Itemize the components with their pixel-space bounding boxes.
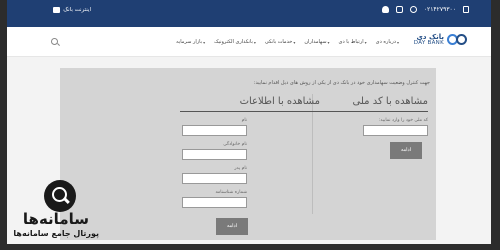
id-number-input[interactable] <box>182 197 247 208</box>
top-bar-contacts: ۰۲۱۴۲۷۹۳۰۰ <box>381 6 469 13</box>
logo-mark-icon <box>447 33 469 47</box>
info-title: مشاهده با اطلاعات <box>180 96 320 112</box>
chevron-down-icon: ▾ <box>203 39 206 45</box>
phone-number: ۰۲۱۴۲۷۹۳۰۰ <box>423 6 456 13</box>
bank-logo[interactable]: بانک دی DAY BANK <box>414 33 469 47</box>
chevron-down-icon: ▾ <box>396 39 399 45</box>
phone-icon <box>463 6 469 13</box>
watermark-name: سامانه‌ها <box>22 210 89 228</box>
nav-item-label: سهامداران <box>304 39 327 45</box>
national-code-submit-button[interactable]: ادامه <box>390 142 422 159</box>
father-name-label: نام پدر <box>234 166 247 171</box>
father-name-input[interactable] <box>182 173 247 184</box>
last-name-input[interactable] <box>182 149 247 160</box>
nav-item-shareholders[interactable]: سهامداران ▾ <box>304 39 329 45</box>
top-bar: اینترنت بانک ۰۲۱۴۲۷۹۳۰۰ <box>7 0 491 27</box>
screenshot-frame: اینترنت بانک ۰۲۱۴۲۷۹۳۰۰ بانک دی DAY BANK <box>0 0 500 250</box>
telegram-icon[interactable] <box>409 6 417 13</box>
info-submit-button[interactable]: ادامه <box>216 218 248 235</box>
column-divider <box>312 94 313 214</box>
nav-item-capital-market[interactable]: بازار سرمایه ▾ <box>176 39 205 45</box>
page-canvas: اینترنت بانک ۰۲۱۴۲۷۹۳۰۰ بانک دی DAY BANK <box>7 0 491 244</box>
national-code-input[interactable] <box>363 125 428 136</box>
monitor-icon <box>53 7 61 13</box>
user-icon[interactable] <box>381 6 389 13</box>
nav-item-about[interactable]: درباره دی ▾ <box>376 39 399 45</box>
nav-item-label: خدمات بانکی <box>264 39 293 45</box>
panel-intro: جهت کنترل وضعیت سهامداری خود در بانک دی … <box>253 80 430 86</box>
search-monitor-icon <box>44 180 76 212</box>
nav-item-label: درباره دی <box>375 39 396 45</box>
chevron-down-icon: ▾ <box>364 39 367 45</box>
info-section: مشاهده با اطلاعات نام نام خانوادگی نام پ… <box>180 96 320 235</box>
nav-menu: درباره دی ▾ ارتباط با دی ▾ سهامداران ▾ خدما… <box>176 39 399 45</box>
nav-item-banking-services[interactable]: خدمات بانکی ▾ <box>265 39 295 45</box>
logo-en-text: DAY BANK <box>413 39 444 46</box>
id-number-label: شماره شناسنامه <box>215 190 247 195</box>
chevron-down-icon: ▾ <box>293 39 296 45</box>
national-code-label: کد ملی خود را وارد نمایید: <box>378 118 428 123</box>
main-navbar: بانک دی DAY BANK درباره دی ▾ ارتباط با دی… <box>7 27 491 57</box>
nav-item-label: بانکداری الکترونیک <box>214 39 253 45</box>
instagram-icon[interactable] <box>395 6 403 13</box>
nav-item-e-banking[interactable]: بانکداری الکترونیک ▾ <box>214 39 256 45</box>
nav-item-contact[interactable]: ارتباط با دی ▾ <box>339 39 367 45</box>
samanehha-watermark: سامانه‌ها پورتال جامع سامانه‌ها <box>13 180 107 244</box>
internet-bank-link[interactable]: اینترنت بانک <box>53 7 91 13</box>
first-name-label: نام <box>241 118 247 123</box>
nav-item-label: ارتباط با دی <box>338 39 364 45</box>
chevron-down-icon: ▾ <box>253 39 256 45</box>
internet-bank-label: اینترنت بانک <box>63 7 91 13</box>
last-name-label: نام خانوادگی <box>223 142 247 147</box>
watermark-subtitle: پورتال جامع سامانه‌ها <box>13 229 99 238</box>
first-name-input[interactable] <box>182 125 247 136</box>
nav-item-label: بازار سرمایه <box>176 39 203 45</box>
chevron-down-icon: ▾ <box>327 39 330 45</box>
shareholder-panel: جهت کنترل وضعیت سهامداری خود در بانک دی … <box>60 68 436 240</box>
search-icon[interactable] <box>51 38 58 45</box>
